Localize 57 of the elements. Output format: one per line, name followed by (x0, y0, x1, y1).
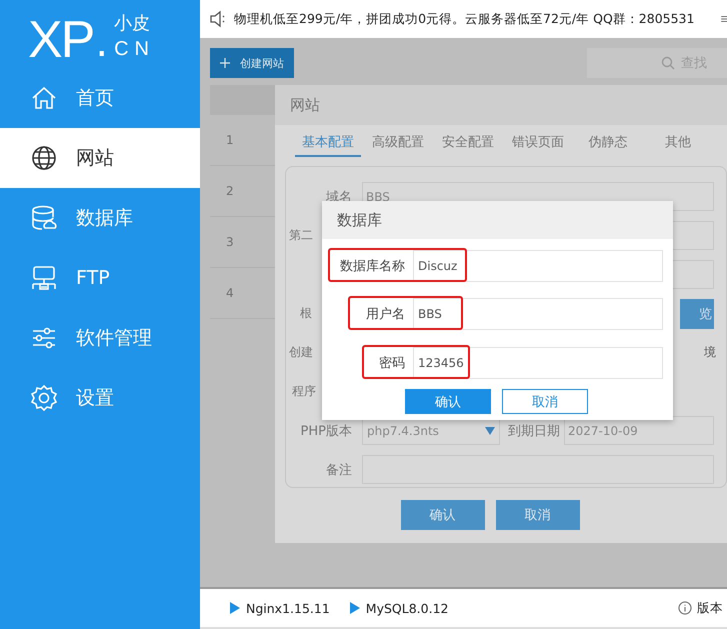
logo-domain: CN (114, 37, 155, 62)
home-icon (30, 84, 58, 112)
dialog-title: 网站 (290, 96, 320, 114)
input-field[interactable]: Discuz (413, 250, 663, 282)
monitor-icon (30, 264, 58, 292)
logo-dot: . (95, 19, 108, 68)
field-label: 备注 (326, 462, 352, 478)
input-field[interactable]: 123456 (413, 347, 663, 379)
sidebar-item[interactable]: 数据库 (0, 188, 200, 248)
create-site-button[interactable]: 创建网站 (210, 48, 294, 78)
sidebar-item[interactable]: 设置 (0, 368, 200, 428)
cancel-button[interactable]: 取消 (496, 500, 580, 530)
tab[interactable]: 错误页面 (505, 129, 571, 157)
play-icon[interactable] (350, 602, 360, 614)
input-field[interactable]: BBS (413, 298, 663, 330)
row-number: 3 (226, 235, 234, 249)
service-label: Nginx1.15.11 (246, 600, 330, 616)
tab[interactable]: 其他 (645, 129, 711, 157)
tab[interactable]: 高级配置 (365, 129, 431, 157)
confirm-button[interactable]: 确认 (405, 389, 491, 414)
tab[interactable]: 基本配置 (295, 129, 361, 157)
confirm-button[interactable]: 确认 (400, 500, 484, 530)
sidebar-item[interactable]: 首页 (0, 68, 200, 128)
search-icon (661, 56, 675, 70)
service-label: MySQL8.0.12 (366, 600, 448, 616)
field-label: 根 (300, 306, 312, 320)
field-label: 数据库名称 (339, 258, 406, 276)
field-label: PHP版本 (300, 424, 352, 438)
dialog-title: 数据库 (337, 210, 382, 230)
row-number: 1 (226, 133, 234, 147)
plus-icon (220, 58, 230, 68)
database-icon (30, 204, 58, 232)
globe-icon (30, 144, 58, 172)
version-label: 版本 (697, 600, 723, 616)
sidebar-item[interactable]: 网站 (0, 128, 200, 188)
sidebar-item[interactable]: FTP (0, 248, 200, 308)
info-icon (678, 601, 692, 615)
caret-icon (485, 426, 495, 434)
play-icon[interactable] (230, 602, 240, 614)
browse-button[interactable]: 览 (680, 298, 714, 328)
row-number: 2 (226, 184, 234, 198)
logo-mark: XP (28, 12, 94, 68)
row-number: 4 (226, 286, 234, 300)
tab[interactable]: 安全配置 (435, 129, 501, 157)
sidebar-item[interactable]: 软件管理 (0, 308, 200, 368)
notice-text: 物理机低至299元/年，拼团成功0元得。云服务器低至72元/年 QQ群：2805531 (234, 10, 696, 28)
cancel-button[interactable]: 取消 (502, 389, 588, 414)
logo-name: 小皮 (114, 12, 152, 36)
settings-icon (30, 384, 58, 412)
field-label: 到期日期 (508, 422, 560, 440)
field-label: 程序 (292, 384, 316, 398)
field-label: 用户名 (365, 306, 406, 324)
option-text: 境 (704, 344, 716, 361)
field-label: 第二 (289, 228, 313, 242)
field-label: 密码 (378, 355, 406, 373)
tab[interactable]: 伪静态 (575, 129, 641, 157)
field-label: 创建 (289, 345, 313, 359)
